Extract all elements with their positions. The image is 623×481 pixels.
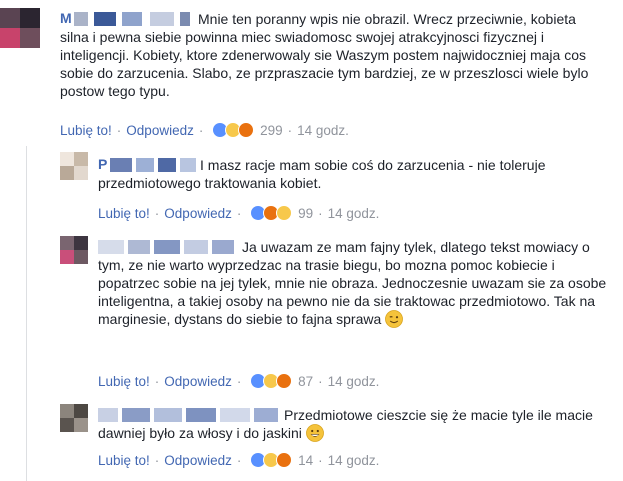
comment-actions: Lubię to! · Odpowiedz · 14 · 14 godz. [98,452,380,468]
reaction-count[interactable]: 99 [298,206,313,221]
like-button[interactable]: Lubię to! [60,123,112,138]
avatar[interactable] [0,8,40,48]
wink-emoji-icon [385,310,404,328]
comment-text: Ja uwazam ze mam fajny tylek, dlatego te… [98,238,608,328]
reply-button[interactable]: Odpowiedz [164,206,232,221]
angry-reaction-icon [238,122,255,138]
reaction-count[interactable]: 87 [298,374,313,389]
grin-emoji-icon [305,424,324,442]
comment-body: Przedmiotowe cieszcie się że macie tyle … [98,407,593,441]
angry-reaction-icon [276,373,293,389]
avatar[interactable] [60,152,88,180]
comment-text: Przedmiotowe cieszcie się że macie tyle … [98,406,608,442]
timestamp[interactable]: 14 godz. [328,374,380,389]
reaction-count[interactable]: 299 [260,123,283,138]
comment-text: Mnie ten poranny wpis nie obrazil. Wrecz… [60,11,589,99]
comment-text: I masz racje mam sobie coś do zarzucenia… [98,157,546,191]
comment-actions: Lubię to! · Odpowiedz · 299 · 14 godz. [60,122,349,138]
like-button[interactable]: Lubię to! [98,374,150,389]
reactions-summary[interactable] [250,373,294,389]
avatar[interactable] [60,236,88,264]
timestamp[interactable]: 14 godz. [328,453,380,468]
reactions-summary[interactable] [212,122,256,138]
like-button[interactable]: Lubię to! [98,453,150,468]
reply-button[interactable]: Odpowiedz [164,453,232,468]
timestamp[interactable]: 14 godz. [297,123,349,138]
reactions-summary[interactable] [250,205,294,221]
reply-thread-line [26,146,27,481]
reply-button[interactable]: Odpowiedz [164,374,232,389]
angry-reaction-icon [276,452,293,468]
comment-body: Ja uwazam ze mam fajny tylek, dlatego te… [98,239,607,327]
comment-actions: Lubię to! · Odpowiedz · 99 · 14 godz. [98,205,380,221]
reactions-summary[interactable] [250,452,294,468]
avatar[interactable] [60,404,88,432]
reply-button[interactable]: Odpowiedz [126,123,194,138]
reaction-count[interactable]: 14 [298,453,313,468]
like-button[interactable]: Lubię to! [98,206,150,221]
timestamp[interactable]: 14 godz. [328,206,380,221]
comment-actions: Lubię to! · Odpowiedz · 87 · 14 godz. [98,373,380,389]
haha-reaction-icon [276,205,293,221]
